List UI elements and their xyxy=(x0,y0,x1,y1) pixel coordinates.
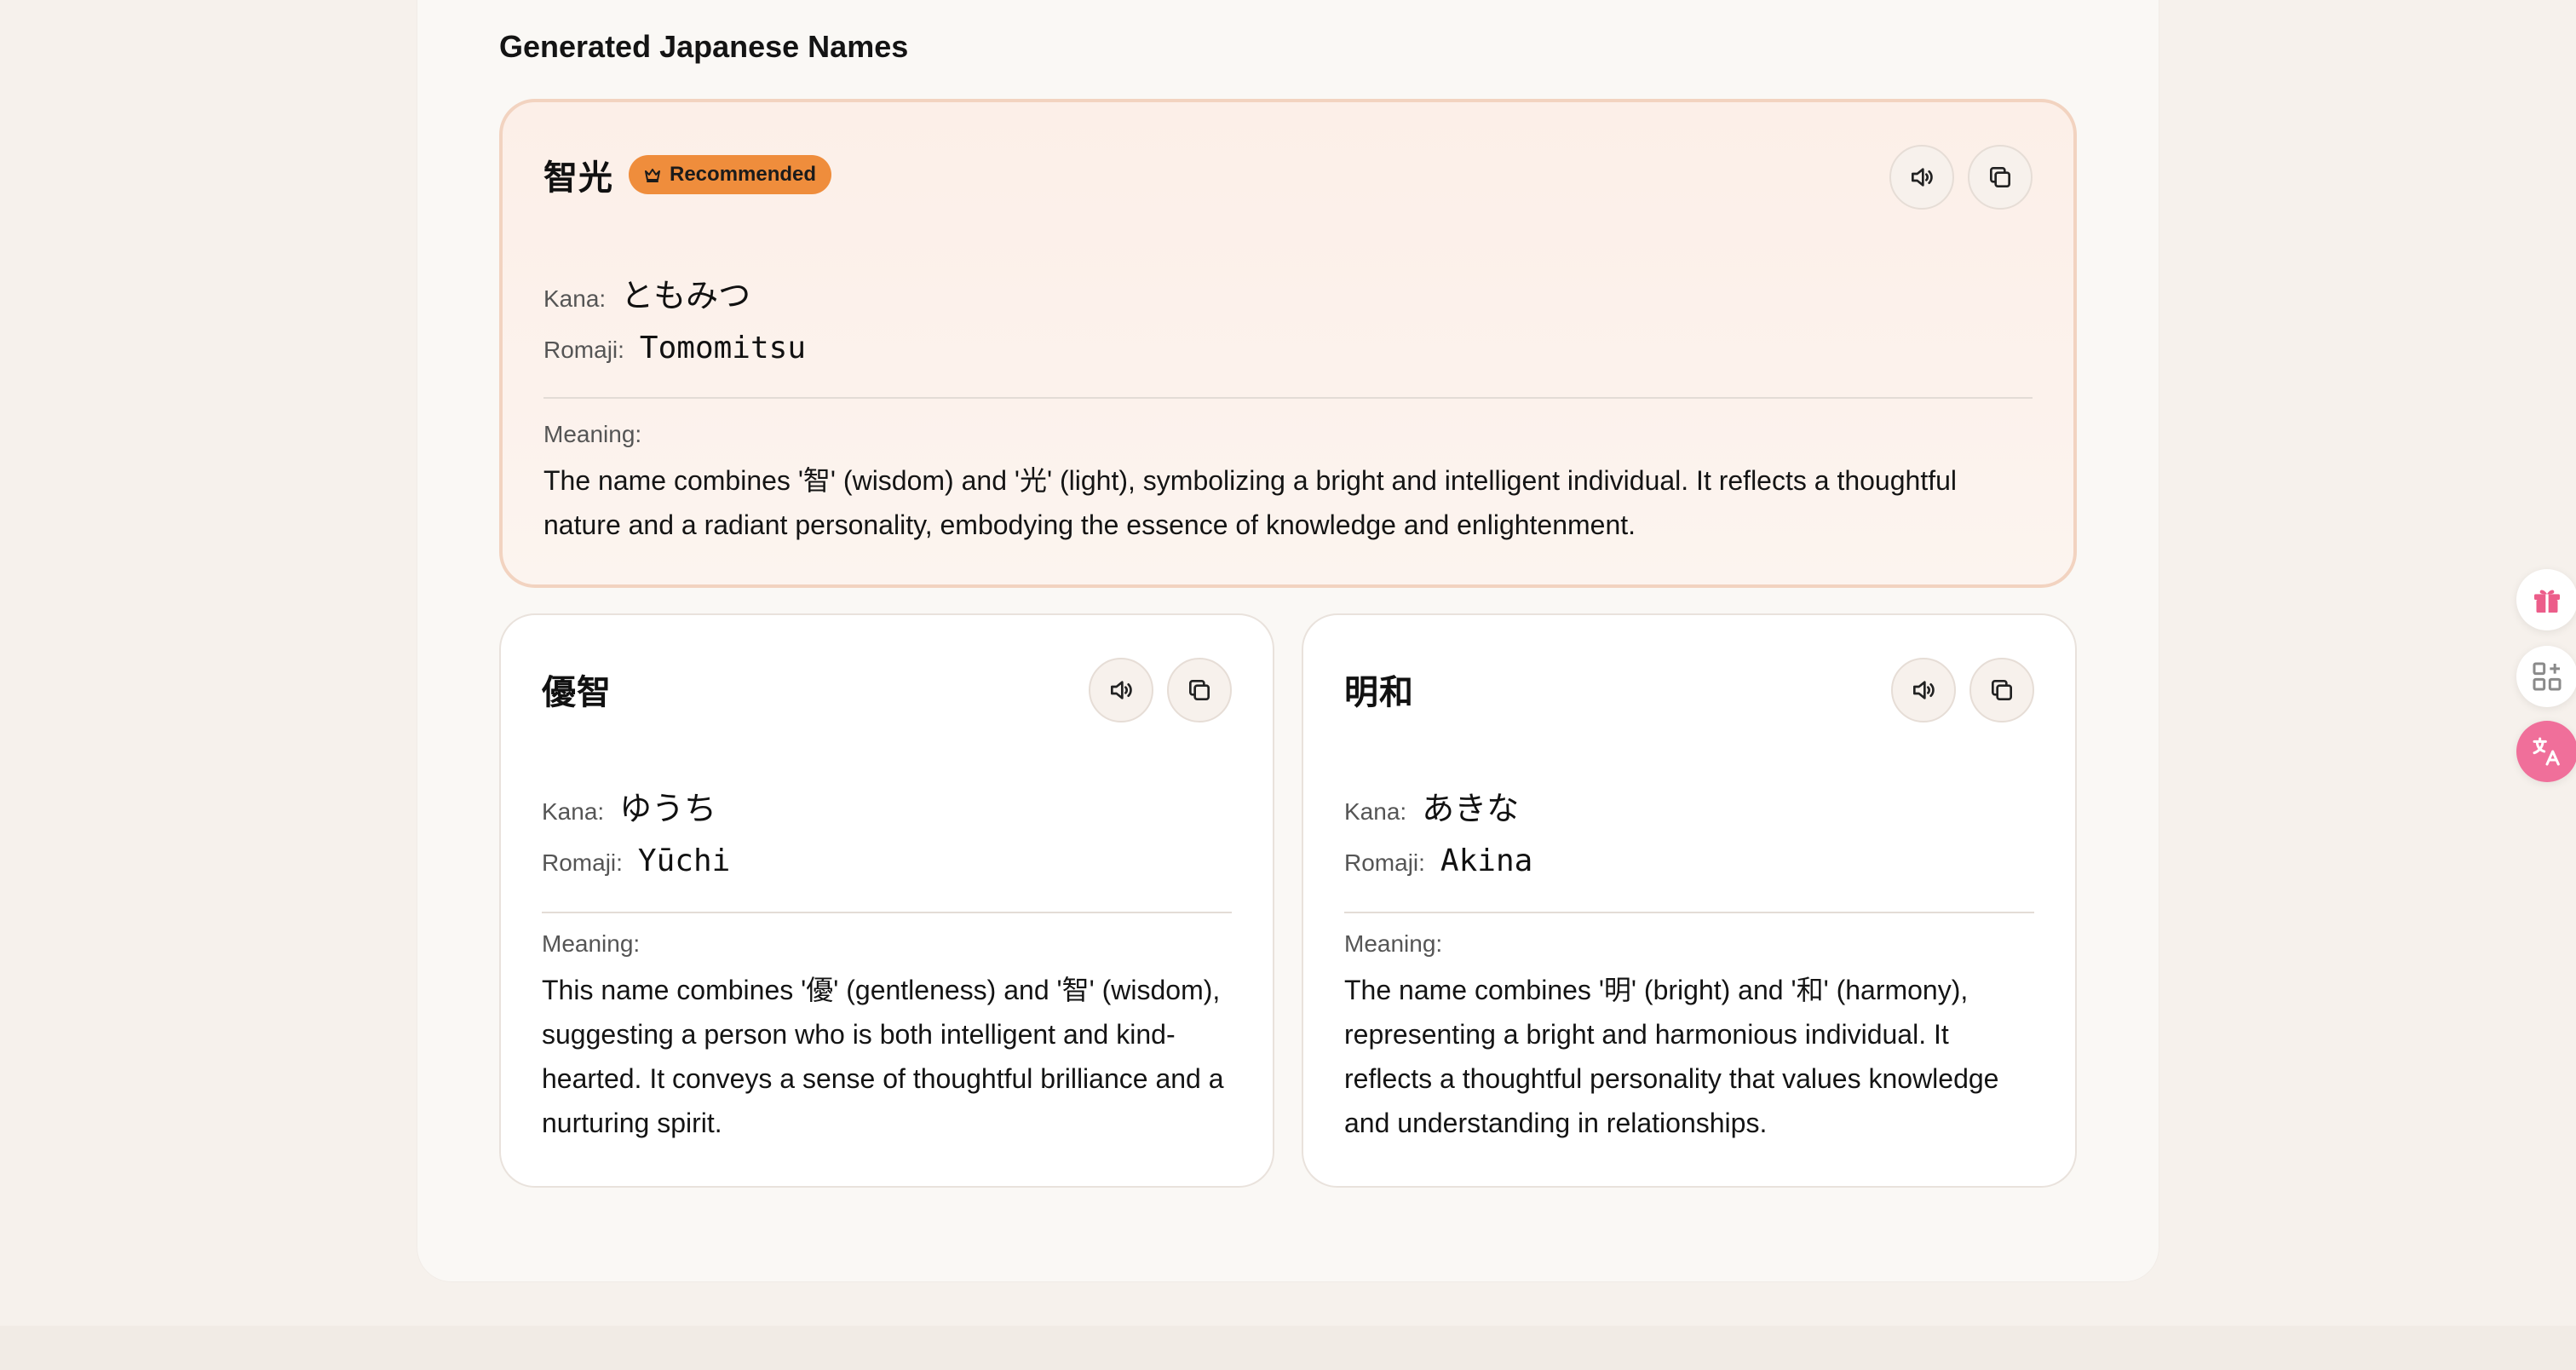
romaji-value: Akina xyxy=(1440,843,1533,878)
play-pronunciation-button[interactable] xyxy=(1891,658,1956,722)
name-kanji: 智光 xyxy=(543,159,613,197)
kana-field: Kana: ともみつ xyxy=(543,269,750,316)
romaji-field: Romaji: Tomomitsu xyxy=(543,331,806,366)
crown-icon xyxy=(645,169,660,182)
gift-icon xyxy=(2534,590,2560,613)
apps-icon xyxy=(2533,662,2562,691)
translate-icon xyxy=(2533,737,2560,766)
copy-name-button[interactable] xyxy=(1167,658,1232,722)
kana-field: Kana: あきな xyxy=(1344,782,1519,829)
romaji-value: Tomomitsu xyxy=(639,331,806,366)
kana-label: Kana: xyxy=(542,798,605,825)
section-title: Generated Japanese Names xyxy=(499,29,909,64)
meaning-label: Meaning: xyxy=(1344,930,1443,957)
card-actions xyxy=(1089,658,1232,722)
play-pronunciation-button[interactable] xyxy=(1089,658,1153,722)
copy-name-button[interactable] xyxy=(1969,658,2034,722)
name-card-recommended: 智光 Recommended Kana: ともみつ Romaji: Tomomi… xyxy=(499,99,2077,588)
apps-button[interactable] xyxy=(2516,646,2576,707)
play-pronunciation-button[interactable] xyxy=(1889,145,1954,210)
kana-field: Kana: ゆうち xyxy=(542,782,716,829)
card-actions xyxy=(1889,145,2033,210)
meaning-label: Meaning: xyxy=(542,930,641,957)
meaning-text: The name combines '智' (wisdom) and '光' (… xyxy=(543,465,1958,540)
divider xyxy=(543,397,2033,399)
recommended-badge: Recommended xyxy=(629,155,832,194)
romaji-label: Romaji: xyxy=(1344,849,1425,876)
name-header: 明和 xyxy=(1344,665,1414,714)
copy-icon xyxy=(1990,167,2010,187)
meaning-text: This name combines '優' (gentleness) and … xyxy=(542,975,1224,1138)
copy-icon xyxy=(1992,680,2012,700)
meaning-label: Meaning: xyxy=(543,421,642,447)
name-card: 明和 Kana: あきな Romaji: Akina Meaning: The … xyxy=(1302,613,2077,1188)
meaning-text: The name combines '明' (bright) and '和' (… xyxy=(1344,975,1999,1138)
speaker-icon xyxy=(1913,681,1935,699)
kana-label: Kana: xyxy=(543,285,607,312)
romaji-label: Romaji: xyxy=(543,337,624,363)
name-card: 優智 Kana: ゆうち Romaji: Yūchi Meaning: This… xyxy=(499,613,1274,1188)
kana-value: あきな xyxy=(1422,791,1520,827)
card-actions xyxy=(1891,658,2034,722)
copy-name-button[interactable] xyxy=(1968,145,2033,210)
speaker-icon xyxy=(1912,168,1933,187)
name-kanji: 明和 xyxy=(1344,674,1414,711)
kana-label: Kana: xyxy=(1344,798,1407,825)
kana-value: ゆうち xyxy=(619,791,717,827)
recommended-badge-label: Recommended xyxy=(670,163,817,186)
romaji-value: Yūchi xyxy=(637,843,731,878)
name-header: 智光 Recommended xyxy=(543,150,832,199)
divider xyxy=(542,912,1232,913)
floating-toolbar xyxy=(2503,562,2576,792)
translate-button[interactable] xyxy=(2516,721,2576,782)
page-footer-band xyxy=(0,1326,2576,1370)
gift-button[interactable] xyxy=(2516,569,2576,630)
kana-value: ともみつ xyxy=(621,279,751,314)
speaker-icon xyxy=(1111,681,1132,699)
divider xyxy=(1344,912,2034,913)
romaji-label: Romaji: xyxy=(542,849,623,876)
name-header: 優智 xyxy=(542,665,612,714)
name-kanji: 優智 xyxy=(542,674,612,711)
romaji-field: Romaji: Yūchi xyxy=(542,843,730,878)
romaji-field: Romaji: Akina xyxy=(1344,843,1532,878)
copy-icon xyxy=(1189,680,1210,700)
